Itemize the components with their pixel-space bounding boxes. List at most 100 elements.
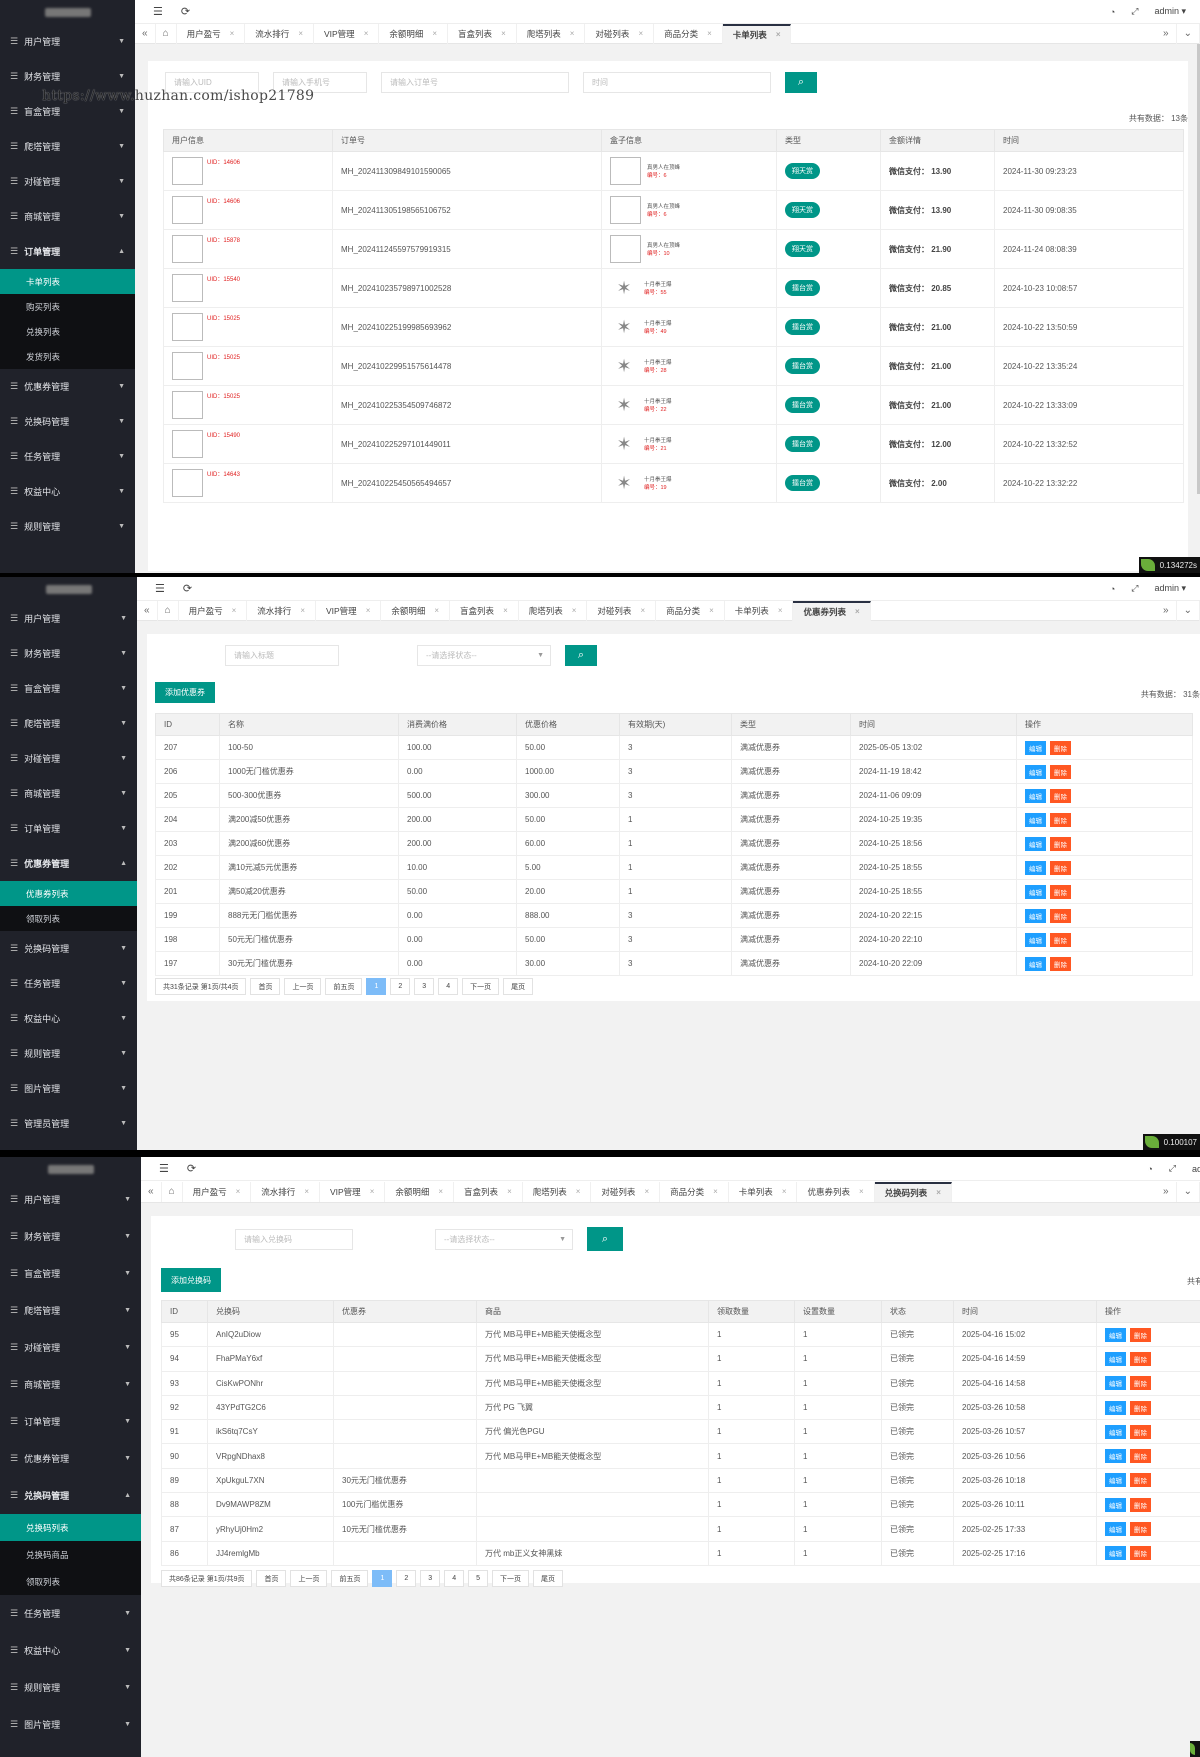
close-icon[interactable]: × <box>572 606 577 615</box>
sidebar-item[interactable]: ☰ 财务管理 ▼ <box>0 636 137 671</box>
page-number-button[interactable]: 2 <box>396 1570 417 1587</box>
submenu-item[interactable]: 兑换列表 <box>0 319 135 344</box>
page-number-button[interactable]: 2 <box>390 978 411 995</box>
close-icon[interactable]: × <box>782 1187 787 1196</box>
close-icon[interactable]: × <box>304 1187 309 1196</box>
edit-button[interactable]: 编辑 <box>1025 956 1046 971</box>
edit-button[interactable]: 编辑 <box>1025 884 1046 899</box>
admin-menu[interactable]: admin ▾ <box>1154 6 1186 17</box>
hamburger-icon[interactable]: ☰ <box>155 582 165 595</box>
close-icon[interactable]: × <box>300 606 305 615</box>
edit-button[interactable]: 编辑 <box>1025 932 1046 947</box>
submenu-item[interactable]: 优惠券列表 <box>0 881 137 906</box>
close-icon[interactable]: × <box>859 1187 864 1196</box>
sidebar-item[interactable]: ☰ 兑换码管理 ▼ <box>0 931 137 966</box>
close-icon[interactable]: × <box>432 29 437 38</box>
edit-button[interactable]: 编辑 <box>1025 812 1046 827</box>
submenu-item[interactable]: 发货列表 <box>0 344 135 369</box>
submenu-item[interactable]: 领取列表 <box>0 1568 141 1595</box>
home-icon[interactable]: ⌂ <box>156 23 177 44</box>
sidebar-item[interactable]: ☰ 规则管理 ▼ <box>0 1036 137 1071</box>
sidebar-item[interactable]: ☰ 盲盒管理 ▼ <box>0 671 137 706</box>
delete-button[interactable]: 删除 <box>1130 1473 1151 1488</box>
sidebar-item[interactable]: ☰ 用户管理 ▼ <box>0 1181 141 1218</box>
tab-item[interactable]: 用户盈亏 × <box>183 1181 252 1202</box>
tab-item[interactable]: 用户盈亏 × <box>177 23 246 44</box>
edit-button[interactable]: 编辑 <box>1105 1376 1126 1391</box>
close-icon[interactable]: × <box>707 29 712 38</box>
sidebar-item[interactable]: ☰ 图片管理 ▼ <box>0 1706 141 1743</box>
sidebar-item[interactable]: ☰ 任务管理 ▼ <box>0 439 135 474</box>
page-number-button[interactable]: 4 <box>444 1570 465 1587</box>
delete-button[interactable]: 删除 <box>1050 812 1071 827</box>
page-next-button[interactable]: 下一页 <box>492 1570 529 1587</box>
status-select[interactable]: --请选择状态-- ▼ <box>417 645 551 666</box>
tab-item[interactable]: 对碰列表 × <box>585 23 655 44</box>
tab-item[interactable]: 商品分类 × <box>656 600 725 621</box>
edit-button[interactable]: 编辑 <box>1025 860 1046 875</box>
edit-button[interactable]: 编辑 <box>1105 1424 1126 1439</box>
delete-button[interactable]: 删除 <box>1130 1449 1151 1464</box>
tab-item[interactable]: 卡单列表 × <box>722 23 792 44</box>
page-prev-button[interactable]: 上一页 <box>290 1570 328 1587</box>
home-icon[interactable]: ⌂ <box>162 1181 183 1202</box>
tabs-scroll-left-icon[interactable]: « <box>141 1181 162 1202</box>
delete-button[interactable]: 删除 <box>1130 1376 1151 1391</box>
sidebar-item[interactable]: ☰ 爬塔管理 ▼ <box>0 129 135 164</box>
tab-item[interactable]: 盲盒列表 × <box>448 23 517 44</box>
time-input[interactable]: 时间 <box>583 72 771 93</box>
tab-item[interactable]: 卡单列表 × <box>729 1181 798 1202</box>
page-number-button[interactable]: 1 <box>372 1570 393 1587</box>
home-icon[interactable]: ⌂ <box>158 600 179 621</box>
sidebar-item[interactable]: ☰ 财务管理 ▼ <box>0 1218 141 1255</box>
sidebar-item[interactable]: ☰ 商城管理 ▼ <box>0 1366 141 1403</box>
edit-button[interactable]: 编辑 <box>1105 1327 1126 1342</box>
edit-button[interactable]: 编辑 <box>1105 1449 1126 1464</box>
close-icon[interactable]: × <box>507 1187 512 1196</box>
admin-menu[interactable]: admin ▾ <box>1154 583 1186 594</box>
edit-button[interactable]: 编辑 <box>1025 836 1046 851</box>
close-icon[interactable]: × <box>236 1187 241 1196</box>
sidebar-item[interactable]: ☰ 权益中心 ▼ <box>0 1632 141 1669</box>
tabs-scroll-right-icon[interactable]: » <box>1156 600 1177 621</box>
tab-item[interactable]: 商品分类 × <box>654 23 723 44</box>
sidebar-item[interactable]: ☰ 爬塔管理 ▼ <box>0 1292 141 1329</box>
close-icon[interactable]: × <box>638 29 643 38</box>
add-coupon-button[interactable]: 添加优惠券 <box>155 682 215 703</box>
delete-button[interactable]: 删除 <box>1050 788 1071 803</box>
edit-button[interactable]: 编辑 <box>1105 1351 1126 1366</box>
tab-item[interactable]: VIP管理 × <box>314 23 380 44</box>
tabs-dropdown-icon[interactable]: ⌄ <box>1177 23 1200 44</box>
close-icon[interactable]: × <box>936 1188 941 1197</box>
edit-button[interactable]: 编辑 <box>1105 1497 1126 1512</box>
tab-item[interactable]: 流水排行 × <box>245 23 314 44</box>
sidebar-item[interactable]: ☰ 订单管理 ▲ <box>0 234 135 269</box>
close-icon[interactable]: × <box>232 606 237 615</box>
page-last-button[interactable]: 尾页 <box>503 978 534 995</box>
close-icon[interactable]: × <box>640 606 645 615</box>
title-input[interactable]: 请输入标题 <box>225 645 339 666</box>
refresh-icon[interactable]: ⟳ <box>183 582 192 595</box>
page-first-button[interactable]: 首页 <box>250 978 281 995</box>
edit-button[interactable]: 编辑 <box>1025 764 1046 779</box>
sidebar-item[interactable]: ☰ 兑换码管理 ▼ <box>0 404 135 439</box>
sidebar-item[interactable]: ☰ 对碰管理 ▼ <box>0 164 135 199</box>
sidebar-item[interactable]: ☰ 对碰管理 ▼ <box>0 741 137 776</box>
tab-item[interactable]: 对碰列表 × <box>591 1181 661 1202</box>
tab-item[interactable]: 对碰列表 × <box>587 600 657 621</box>
fullscreen-icon[interactable]: ⤢ <box>1131 583 1138 594</box>
fullscreen-icon[interactable]: ⤢ <box>1169 1163 1176 1174</box>
delete-button[interactable]: 删除 <box>1130 1327 1151 1342</box>
close-icon[interactable]: × <box>434 606 439 615</box>
page-number-button[interactable]: 5 <box>468 1570 488 1587</box>
delete-button[interactable]: 删除 <box>1050 836 1071 851</box>
sidebar-item[interactable]: ☰ 任务管理 ▼ <box>0 966 137 1001</box>
sidebar-item[interactable]: ☰ 权益中心 ▼ <box>0 474 135 509</box>
page-prev5-button[interactable]: 前五页 <box>325 978 363 995</box>
theme-icon[interactable]: ◔ <box>1147 1164 1152 1174</box>
tabs-scroll-left-icon[interactable]: « <box>137 600 158 621</box>
sidebar-item[interactable]: ☰ 规则管理 ▼ <box>0 1669 141 1706</box>
sidebar-item[interactable]: ☰ 管理员管理 ▼ <box>0 1106 137 1141</box>
submenu-item[interactable]: 领取列表 <box>0 906 137 931</box>
tab-item[interactable]: 余额明细 × <box>379 23 449 44</box>
